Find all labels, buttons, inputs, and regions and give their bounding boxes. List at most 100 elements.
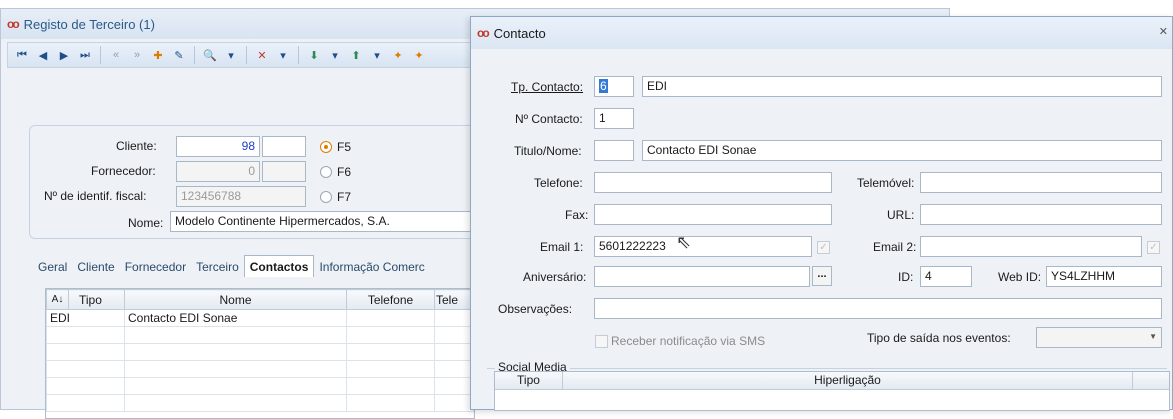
- observacoes-input[interactable]: [594, 298, 1162, 319]
- cell-nome: Contacto EDI Sonae: [124, 309, 347, 327]
- table-row[interactable]: [46, 394, 474, 412]
- grid-header-row: A↓ Tipo Nome Telefone Tele: [46, 289, 474, 310]
- telefone-input[interactable]: [594, 172, 832, 193]
- radio-f7[interactable]: F7: [320, 190, 351, 204]
- table-row[interactable]: [46, 326, 474, 344]
- col-extra: [1133, 372, 1169, 389]
- cell-telefone: [346, 309, 435, 327]
- toolbar-separator: [246, 46, 247, 64]
- dropdown-arrow-icon[interactable]: ▾: [223, 47, 239, 63]
- next-page-icon[interactable]: »: [129, 47, 145, 63]
- radio-f5-label: F5: [337, 140, 352, 154]
- aniversario-label: Aniversário:: [523, 270, 587, 284]
- col-tipo[interactable]: Tipo: [495, 372, 563, 389]
- dropdown-arrow-icon[interactable]: ▾: [369, 47, 385, 63]
- sms-label: Receber notificação via SMS: [611, 334, 766, 348]
- table-row[interactable]: EDI Contacto EDI Sonae: [46, 309, 474, 327]
- cell-telemovel: [434, 309, 474, 327]
- cell-tipo: EDI: [46, 309, 125, 327]
- search-icon[interactable]: 🔍: [202, 47, 218, 63]
- radio-dot[interactable]: [320, 191, 332, 203]
- url-input[interactable]: [920, 204, 1162, 225]
- entity-info-group: Cliente: 98 F5 Fornecedor: 0 F6 Nº de id…: [29, 125, 479, 239]
- contacto-dialog: oo Contacto ✕ Tp. Contacto: 6 EDI Nº Con…: [470, 16, 1173, 411]
- col-hiperligacao[interactable]: Hiperligação: [563, 372, 1133, 389]
- email1-input[interactable]: 5601222223: [594, 236, 812, 257]
- fornecedor-extra-input[interactable]: [262, 161, 306, 182]
- delete-icon[interactable]: ✕: [254, 47, 270, 63]
- nome-contacto-input[interactable]: Contacto EDI Sonae: [642, 140, 1162, 161]
- fornecedor-input[interactable]: 0: [176, 161, 260, 182]
- col-nome[interactable]: Nome: [124, 289, 347, 310]
- chevron-down-icon[interactable]: ▼: [1149, 332, 1157, 341]
- first-record-icon[interactable]: ⏮: [14, 47, 30, 63]
- email1-checkbox[interactable]: ✓: [817, 241, 830, 254]
- next-record-icon[interactable]: ▶: [56, 47, 72, 63]
- n-contacto-input[interactable]: 1: [594, 108, 634, 129]
- titulo-input[interactable]: [594, 140, 634, 161]
- table-row[interactable]: [46, 360, 474, 378]
- web-id-label: Web ID:: [998, 270, 1042, 284]
- telemovel-input[interactable]: [920, 172, 1162, 193]
- tab-geral[interactable]: Geral: [33, 257, 72, 277]
- tab-terceiro[interactable]: Terceiro: [191, 257, 244, 277]
- tab-cliente[interactable]: Cliente: [72, 257, 119, 277]
- nome-input[interactable]: Modelo Continente Hipermercados, S.A.: [170, 211, 476, 232]
- toolbar-separator: [100, 46, 101, 64]
- titulo-nome-label: Titulo/Nome:: [514, 144, 582, 158]
- tab-contactos[interactable]: Contactos: [243, 255, 315, 277]
- radio-f5[interactable]: F5: [320, 140, 351, 154]
- close-icon[interactable]: ✕: [1159, 25, 1168, 38]
- table-row[interactable]: [46, 343, 474, 361]
- url-label: URL:: [887, 208, 915, 222]
- tp-contacto-link[interactable]: Tp. Contacto:: [511, 80, 583, 94]
- fax-input[interactable]: [594, 204, 832, 225]
- contacto-form: Tp. Contacto: 6 EDI Nº Contacto: 1 Titul…: [483, 61, 1173, 361]
- dropdown-arrow-icon[interactable]: ▾: [327, 47, 343, 63]
- col-telemovel[interactable]: Tele: [434, 289, 474, 310]
- contacts-grid: A↓ Tipo Nome Telefone Tele EDI Contacto …: [45, 288, 475, 419]
- table-row[interactable]: [46, 377, 474, 395]
- sms-checkbox[interactable]: [595, 335, 608, 348]
- col-telefone[interactable]: Telefone: [346, 289, 435, 310]
- dropdown-arrow-icon[interactable]: ▾: [275, 47, 291, 63]
- window-title: Registo de Terceiro (1): [23, 16, 155, 32]
- tp-contacto-name-input[interactable]: EDI: [642, 76, 1162, 97]
- tipo-saida-label: Tipo de saída nos eventos:: [867, 331, 1011, 345]
- app-logo-icon: oo: [477, 26, 490, 40]
- tp-contacto-code-input[interactable]: 6: [594, 76, 634, 97]
- prev-page-icon[interactable]: «: [108, 47, 124, 63]
- tab-fornecedor[interactable]: Fornecedor: [120, 257, 191, 277]
- nif-input[interactable]: 123456788: [176, 186, 306, 207]
- tab-informacao-comercial[interactable]: Informação Comerc: [314, 257, 429, 277]
- tp-contacto-code-value: 6: [599, 79, 608, 93]
- wizard-icon[interactable]: ✦: [411, 47, 427, 63]
- radio-f6[interactable]: F6: [320, 165, 351, 179]
- last-record-icon[interactable]: ⏭: [77, 47, 93, 63]
- radio-dot-selected[interactable]: [320, 141, 332, 153]
- aniversario-input[interactable]: [594, 266, 810, 287]
- cliente-input[interactable]: 98: [176, 136, 260, 157]
- new-record-icon[interactable]: ✚: [150, 47, 166, 63]
- web-id-input[interactable]: YS4LZHHM: [1046, 266, 1162, 287]
- sort-icon[interactable]: A↓: [46, 289, 69, 310]
- email2-input[interactable]: [920, 236, 1142, 257]
- date-picker-button[interactable]: ...: [812, 266, 832, 286]
- cliente-extra-input[interactable]: [262, 136, 306, 157]
- email2-label: Email 2:: [873, 240, 917, 254]
- id-input[interactable]: 4: [920, 266, 972, 287]
- email2-checkbox[interactable]: ✓: [1147, 241, 1160, 254]
- toolbar-separator: [194, 46, 195, 64]
- edit-record-icon[interactable]: ✎: [171, 47, 187, 63]
- import-icon[interactable]: ⬆: [348, 47, 364, 63]
- radio-dot[interactable]: [320, 166, 332, 178]
- tools-icon[interactable]: ✦: [390, 47, 406, 63]
- export-icon[interactable]: ⬇: [306, 47, 322, 63]
- social-media-grid: Tipo Hiperligação: [494, 371, 1170, 411]
- radio-f7-label: F7: [337, 190, 352, 204]
- telefone-label: Telefone:: [534, 176, 583, 190]
- col-tipo[interactable]: Tipo: [68, 289, 125, 310]
- prev-record-icon[interactable]: ◀: [35, 47, 51, 63]
- id-label: ID:: [898, 270, 914, 284]
- tipo-saida-select[interactable]: ▼: [1036, 327, 1162, 348]
